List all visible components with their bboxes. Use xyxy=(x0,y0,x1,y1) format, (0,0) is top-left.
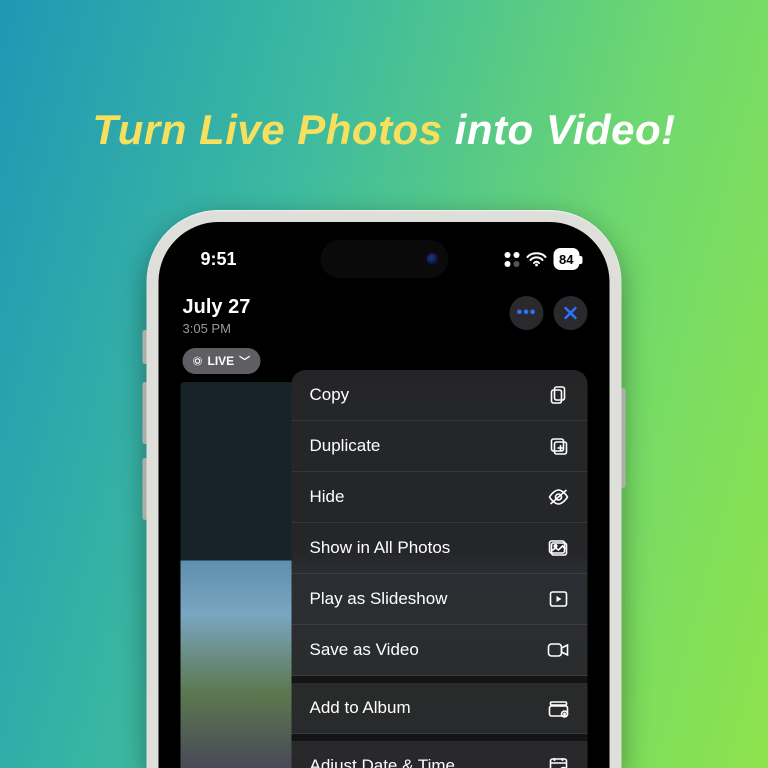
slideshow-icon xyxy=(548,588,570,610)
headline: Turn Live Photos into Video! xyxy=(0,106,768,154)
close-icon xyxy=(563,305,579,321)
photo-nav-bar: July 27 3:05 PM ••• xyxy=(159,292,610,336)
calendar-icon xyxy=(548,755,570,768)
menu-item-label: Show in All Photos xyxy=(310,538,451,558)
headline-part-a: Turn Live Photos xyxy=(92,106,442,153)
phone-screen: 9:51 84 July 27 3:05 PM xyxy=(159,222,610,768)
menu-item-label: Duplicate xyxy=(310,436,381,456)
menu-item-duplicate[interactable]: Duplicate xyxy=(292,421,588,472)
hide-icon xyxy=(548,486,570,508)
duplicate-icon xyxy=(548,435,570,457)
photo-time: 3:05 PM xyxy=(183,321,251,336)
battery-indicator: 84 xyxy=(553,248,579,270)
more-button[interactable]: ••• xyxy=(510,296,544,330)
menu-item-adjust-date[interactable]: Adjust Date & Time xyxy=(292,741,588,768)
menu-item-label: Play as Slideshow xyxy=(310,589,448,609)
menu-separator xyxy=(292,734,588,741)
menu-item-copy[interactable]: Copy xyxy=(292,370,588,421)
status-bar: 9:51 84 xyxy=(159,244,610,274)
menu-item-label: Save as Video xyxy=(310,640,419,660)
menu-item-label: Hide xyxy=(310,487,345,507)
video-icon xyxy=(548,639,570,661)
menu-item-hide[interactable]: Hide xyxy=(292,472,588,523)
photo-date: July 27 xyxy=(183,296,251,319)
menu-item-label: Add to Album xyxy=(310,698,411,718)
menu-separator xyxy=(292,676,588,683)
live-icon xyxy=(195,358,201,364)
more-icon: ••• xyxy=(517,304,537,322)
wifi-icon xyxy=(526,252,546,267)
menu-item-show-all[interactable]: Show in All Photos xyxy=(292,523,588,574)
photo-date-block: July 27 3:05 PM xyxy=(183,296,251,336)
live-label: LIVE xyxy=(208,354,235,368)
phone-frame: 9:51 84 July 27 3:05 PM xyxy=(147,210,622,768)
menu-item-save-video[interactable]: Save as Video xyxy=(292,625,588,676)
live-badge[interactable]: LIVE ﹀ xyxy=(183,348,261,374)
phone-mockup: 9:51 84 July 27 3:05 PM xyxy=(147,210,622,768)
cellular-icon xyxy=(504,252,519,267)
close-button[interactable] xyxy=(554,296,588,330)
menu-item-slideshow[interactable]: Play as Slideshow xyxy=(292,574,588,625)
status-time: 9:51 xyxy=(201,249,237,270)
menu-item-add-album[interactable]: Add to Album xyxy=(292,683,588,734)
menu-item-label: Adjust Date & Time xyxy=(310,756,456,768)
menu-item-label: Copy xyxy=(310,385,350,405)
show-in-photos-icon xyxy=(548,537,570,559)
chevron-down-icon: ﹀ xyxy=(239,353,250,369)
battery-level: 84 xyxy=(559,252,573,267)
copy-icon xyxy=(548,384,570,406)
album-icon xyxy=(548,697,570,719)
headline-part-b: into Video! xyxy=(443,106,676,153)
context-menu: Copy Duplicate Hide Show in All Photos P… xyxy=(292,370,588,768)
